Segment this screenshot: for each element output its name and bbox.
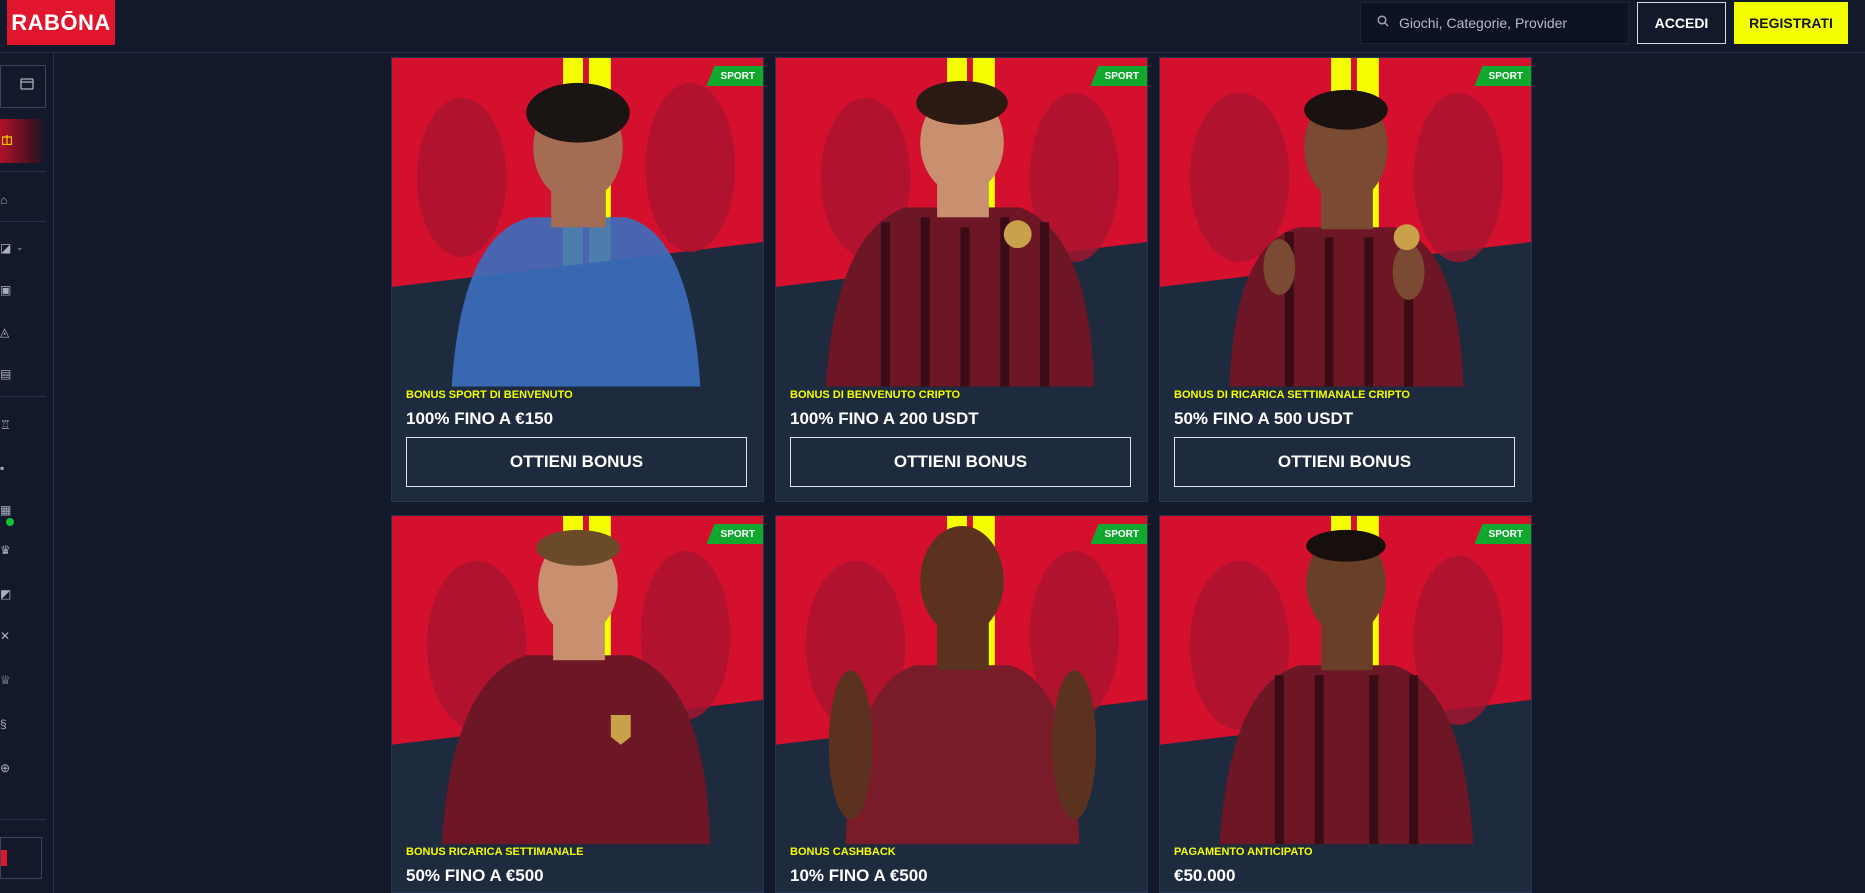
promo-title: €50.000	[1174, 866, 1236, 885]
promo-artwork	[392, 58, 763, 501]
sport-badge: SPORT	[1474, 66, 1531, 86]
get-bonus-button[interactable]: OTTIENI BONUS	[790, 437, 1131, 487]
sport-badge: SPORT	[706, 524, 763, 544]
live-indicator-dot	[6, 518, 14, 526]
promo-artwork	[1160, 516, 1531, 892]
sidebar-toggle[interactable]	[0, 65, 46, 108]
italy-flag-icon	[1, 850, 7, 866]
register-button[interactable]: REGISTRATI	[1734, 2, 1848, 44]
search-box[interactable]	[1360, 2, 1629, 44]
sport-badge: SPORT	[1090, 524, 1147, 544]
promo-artwork	[392, 516, 763, 892]
promo-label: BONUS RICARICA SETTIMANALE	[406, 846, 584, 858]
chevron-down-icon[interactable]: ⌄	[16, 242, 24, 253]
get-bonus-button[interactable]: OTTIENI BONUS	[1174, 437, 1515, 487]
promo-card: SPORT BONUS DI RICARICA SETTIMANALE CRIP…	[1159, 57, 1532, 502]
live-icon[interactable]: ▣	[0, 283, 11, 297]
promo-title: 50% FINO A €500	[406, 866, 544, 885]
promo-label: BONUS DI RICARICA SETTIMANALE CRIPTO	[1174, 389, 1410, 401]
sidebar-item-promotions[interactable]	[0, 119, 46, 163]
trophy-icon[interactable]: ♖	[0, 418, 11, 432]
promo-title: 10% FINO A €500	[790, 866, 928, 885]
gift-icon	[1, 132, 13, 150]
rabona-logo[interactable]: RABŌNA	[7, 0, 115, 45]
language-selector[interactable]	[0, 837, 42, 879]
football-icon[interactable]: ▪	[0, 461, 4, 475]
promo-label: BONUS DI BENVENUTO CRIPTO	[790, 389, 961, 401]
promo-artwork	[776, 58, 1147, 501]
globe-icon[interactable]: ⊕	[0, 761, 10, 775]
top-bar: RABŌNA ACCEDI REGISTRATI	[0, 0, 1865, 53]
volleyball-icon[interactable]: §	[0, 717, 7, 731]
player-shirt	[1229, 227, 1464, 387]
esports-icon[interactable]: ◬	[0, 325, 9, 339]
basketball-icon[interactable]: ▦	[0, 503, 11, 517]
promo-title: 50% FINO A 500 USDT	[1174, 409, 1354, 428]
sport-badge: SPORT	[1090, 66, 1147, 86]
promo-title: 100% FINO A €150	[406, 409, 554, 428]
sports-icon[interactable]: ◪	[0, 241, 11, 255]
sport-badge: SPORT	[706, 66, 763, 86]
promo-card: SPORT BONUS DI BENVENUTO CRIPTO 100% FIN…	[775, 57, 1148, 502]
hockey-icon[interactable]: ◩	[0, 587, 11, 601]
promo-label: BONUS SPORT DI BENVENUTO	[406, 389, 573, 401]
promo-label: BONUS CASHBACK	[790, 846, 896, 858]
promo-card: SPORT BONUS SPORT DI BENVENUTO 100% FINO…	[391, 57, 764, 502]
promo-card: SPORT BONUS RICARICA SETTIMANALE 50% FIN…	[391, 515, 764, 893]
login-button[interactable]: ACCEDI	[1637, 2, 1726, 44]
get-bonus-button[interactable]: OTTIENI BONUS	[406, 437, 747, 487]
promo-artwork	[776, 516, 1147, 892]
promo-title: 100% FINO A 200 USDT	[790, 409, 979, 428]
home-icon[interactable]: ⌂	[0, 193, 7, 207]
sidebar-divider	[0, 396, 46, 397]
cup-icon[interactable]: ♕	[0, 673, 11, 687]
player-shirt	[845, 665, 1080, 845]
baseball-icon[interactable]: ✕	[0, 629, 10, 643]
sidebar: ⌂ ◪ ⌄ ▣ ◬ ▤ ♖ ▪ ▦ ♛ ◩ ✕ ♕ § ⊕	[0, 53, 54, 893]
virtual-icon[interactable]: ▤	[0, 367, 11, 381]
sidebar-divider	[0, 819, 46, 820]
search-icon	[1377, 14, 1389, 32]
promo-artwork	[1160, 58, 1531, 501]
collapse-icon	[19, 76, 35, 97]
sidebar-divider	[0, 221, 46, 222]
promo-label: PAGAMENTO ANTICIPATO	[1174, 846, 1313, 858]
promo-card: SPORT PAGAMENTO ANTICIPATO €50.000	[1159, 515, 1532, 893]
promo-card: SPORT BONUS CASHBACK 10% FINO A €500	[775, 515, 1148, 893]
tennis-icon[interactable]: ♛	[0, 543, 11, 557]
sidebar-divider	[0, 171, 46, 172]
search-input[interactable]	[1397, 14, 1621, 32]
sport-badge: SPORT	[1474, 524, 1531, 544]
